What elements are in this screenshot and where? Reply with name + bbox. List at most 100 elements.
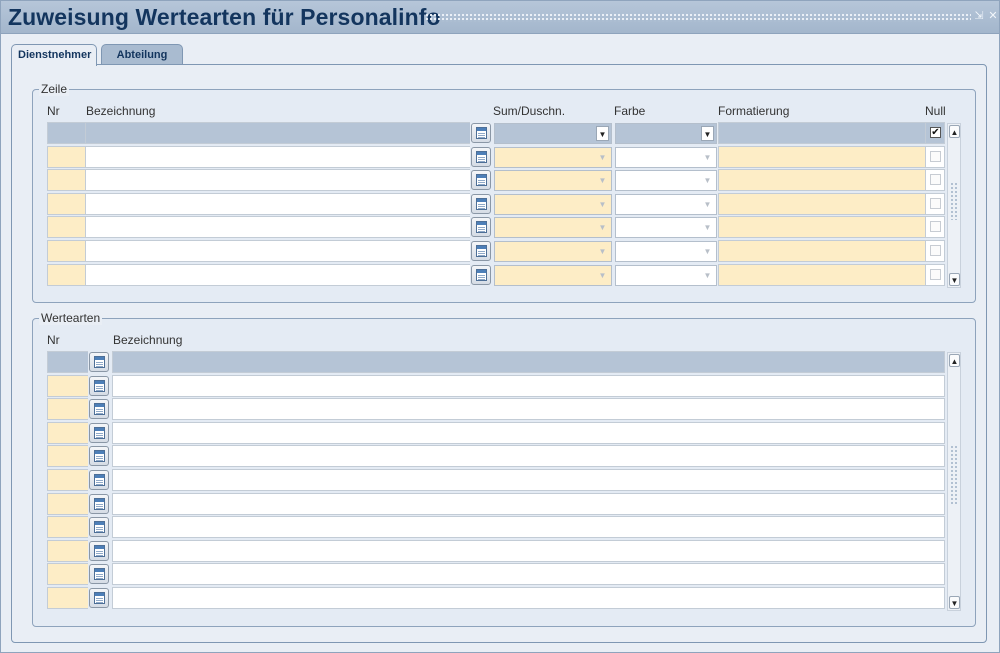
- formatierung-field[interactable]: [718, 240, 925, 262]
- scroll-down-icon[interactable]: ▼: [949, 596, 960, 609]
- bezeichnung-field[interactable]: [112, 516, 945, 539]
- nr-field[interactable]: [47, 563, 88, 586]
- chevron-down-icon[interactable]: ▼: [596, 173, 609, 188]
- sum-dropdown[interactable]: ▼: [494, 217, 612, 239]
- chevron-down-icon[interactable]: ▼: [701, 126, 714, 141]
- sum-dropdown[interactable]: ▼: [494, 170, 612, 192]
- list-of-values-button[interactable]: [471, 264, 491, 285]
- null-checkbox[interactable]: [930, 221, 941, 233]
- list-of-values-button[interactable]: [89, 517, 109, 538]
- nr-field[interactable]: [47, 263, 85, 286]
- formatierung-field[interactable]: [718, 192, 925, 215]
- list-of-values-button[interactable]: [89, 446, 109, 467]
- chevron-down-icon[interactable]: ▼: [701, 244, 714, 259]
- list-of-values-button[interactable]: [89, 352, 109, 372]
- sum-dropdown[interactable]: ▼: [494, 193, 612, 215]
- sum-dropdown[interactable]: ▼: [494, 146, 612, 168]
- farbe-dropdown[interactable]: ▼: [615, 146, 717, 168]
- bezeichnung-field[interactable]: [112, 563, 945, 586]
- close-icon[interactable]: ✕: [987, 10, 999, 22]
- bezeichnung-field[interactable]: [112, 587, 945, 609]
- nr-field[interactable]: [47, 469, 88, 491]
- tab-abteilung[interactable]: Abteilung: [101, 44, 183, 65]
- nr-field[interactable]: [47, 492, 88, 515]
- scroll-up-icon[interactable]: ▲: [949, 354, 960, 367]
- nr-field[interactable]: [47, 539, 88, 562]
- bezeichnung-field[interactable]: [112, 374, 945, 397]
- chevron-down-icon[interactable]: ▼: [596, 197, 609, 212]
- bezeichnung-field[interactable]: [85, 263, 470, 286]
- list-of-values-button[interactable]: [89, 399, 109, 420]
- list-of-values-button[interactable]: [471, 217, 491, 238]
- formatierung-field[interactable]: [718, 122, 925, 144]
- list-of-values-button[interactable]: [471, 241, 491, 261]
- list-of-values-button[interactable]: [89, 493, 109, 514]
- bezeichnung-field[interactable]: [85, 122, 470, 144]
- list-of-values-button[interactable]: [89, 422, 109, 443]
- wertearten-scrollbar[interactable]: ▲ ▼: [947, 352, 961, 611]
- nr-field[interactable]: [47, 240, 85, 262]
- farbe-dropdown[interactable]: ▼: [615, 170, 717, 192]
- zeile-scrollbar[interactable]: ▲ ▼: [947, 123, 961, 288]
- null-checkbox[interactable]: [930, 197, 941, 209]
- null-checkbox[interactable]: [930, 268, 941, 280]
- chevron-down-icon[interactable]: ▼: [701, 268, 714, 283]
- list-of-values-button[interactable]: [89, 540, 109, 561]
- chevron-down-icon[interactable]: ▼: [596, 220, 609, 235]
- nr-field[interactable]: [47, 351, 88, 373]
- list-of-values-button[interactable]: [89, 375, 109, 396]
- formatierung-field[interactable]: [718, 216, 925, 239]
- chevron-down-icon[interactable]: ▼: [701, 220, 714, 235]
- chevron-down-icon[interactable]: ▼: [596, 244, 609, 259]
- farbe-dropdown[interactable]: ▼: [615, 193, 717, 215]
- chevron-down-icon[interactable]: ▼: [701, 173, 714, 188]
- nr-field[interactable]: [47, 374, 88, 397]
- chevron-down-icon[interactable]: ▼: [596, 268, 609, 283]
- sum-dropdown[interactable]: ▼: [494, 241, 612, 262]
- list-of-values-button[interactable]: [89, 564, 109, 585]
- list-of-values-button[interactable]: [89, 470, 109, 490]
- chevron-down-icon[interactable]: ▼: [701, 150, 714, 165]
- title-bar[interactable]: Zuweisung Wertearten für Personalinfo ⇲ …: [1, 1, 999, 34]
- bezeichnung-field[interactable]: [85, 169, 470, 192]
- list-of-values-button[interactable]: [471, 123, 491, 143]
- bezeichnung-field[interactable]: [85, 145, 470, 168]
- nr-field[interactable]: [47, 122, 85, 144]
- nr-field[interactable]: [47, 216, 85, 239]
- nr-field[interactable]: [47, 421, 88, 444]
- bezeichnung-field[interactable]: [112, 398, 945, 421]
- scroll-grip-icon[interactable]: [950, 445, 958, 505]
- formatierung-field[interactable]: [718, 169, 925, 192]
- scroll-grip-icon[interactable]: [950, 182, 958, 220]
- sum-dropdown[interactable]: ▼: [494, 123, 612, 144]
- list-of-values-button[interactable]: [89, 588, 109, 608]
- null-checkbox[interactable]: [930, 150, 941, 162]
- bezeichnung-field[interactable]: [112, 421, 945, 444]
- scroll-down-icon[interactable]: ▼: [949, 273, 960, 286]
- bezeichnung-field[interactable]: [85, 240, 470, 262]
- bezeichnung-field[interactable]: [85, 216, 470, 239]
- nr-field[interactable]: [47, 445, 88, 468]
- chevron-down-icon[interactable]: ▼: [596, 150, 609, 165]
- bezeichnung-field[interactable]: [112, 445, 945, 468]
- farbe-dropdown[interactable]: ▼: [615, 217, 717, 239]
- farbe-dropdown[interactable]: ▼: [615, 241, 717, 262]
- list-of-values-button[interactable]: [471, 170, 491, 191]
- nr-field[interactable]: [47, 192, 85, 215]
- nr-field[interactable]: [47, 587, 88, 609]
- minimize-icon[interactable]: ⇲: [973, 10, 985, 22]
- formatierung-field[interactable]: [718, 263, 925, 286]
- tab-dienstnehmer[interactable]: Dienstnehmer: [11, 44, 97, 66]
- bezeichnung-field[interactable]: [112, 492, 945, 515]
- chevron-down-icon[interactable]: ▼: [596, 126, 609, 141]
- nr-field[interactable]: [47, 516, 88, 539]
- bezeichnung-field[interactable]: [112, 469, 945, 491]
- sum-dropdown[interactable]: ▼: [494, 264, 612, 286]
- null-checkbox[interactable]: [930, 174, 941, 186]
- list-of-values-button[interactable]: [471, 146, 491, 167]
- nr-field[interactable]: [47, 169, 85, 192]
- farbe-dropdown[interactable]: ▼: [615, 123, 717, 144]
- list-of-values-button[interactable]: [471, 193, 491, 214]
- formatierung-field[interactable]: [718, 145, 925, 168]
- bezeichnung-field[interactable]: [85, 192, 470, 215]
